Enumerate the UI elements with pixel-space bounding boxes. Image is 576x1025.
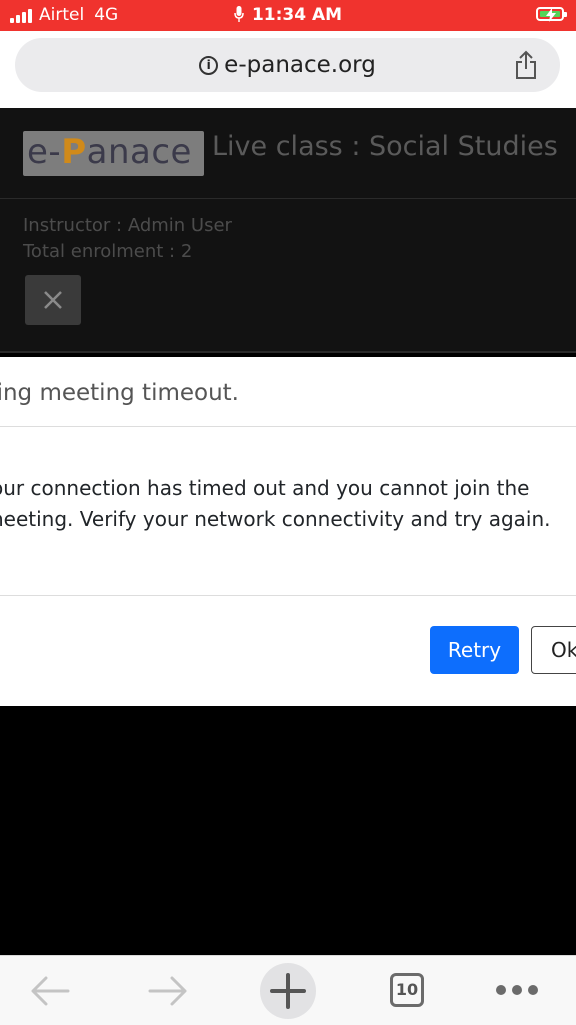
modal-header-divider: [0, 426, 576, 427]
share-icon[interactable]: [514, 50, 538, 80]
modal-message-line-2: neeting. Verify your network connectivit…: [0, 507, 551, 531]
ok-button[interactable]: Ok: [531, 626, 576, 674]
new-tab-button[interactable]: [260, 963, 316, 1019]
e-panace-logo[interactable]: e-Panace: [23, 131, 204, 176]
retry-button[interactable]: Retry: [430, 626, 519, 674]
microphone-icon: [234, 6, 244, 22]
modal-body: our connection has timed out and you can…: [0, 473, 576, 535]
battery-charging-icon: [536, 7, 567, 22]
timeout-modal: ning meeting timeout. our connection has…: [0, 357, 576, 706]
modal-footer-divider: [0, 595, 576, 596]
tabs-count-button[interactable]: 10: [390, 973, 424, 1007]
close-button[interactable]: [25, 275, 81, 325]
class-title: Live class : Social Studies: [212, 131, 558, 162]
class-info-section: Instructor : Admin User Total enrolment …: [0, 199, 576, 353]
browser-toolbar: 10: [0, 955, 576, 1025]
forward-arrow-icon[interactable]: [148, 976, 188, 1006]
modal-title: ning meeting timeout.: [0, 380, 239, 406]
logo-text: e-Panace: [27, 132, 192, 172]
status-time-wrapper: 11:34 AM: [0, 5, 576, 25]
instructor-label: Instructor : Admin User: [23, 215, 232, 236]
url-text: e-panace.org: [224, 52, 376, 78]
video-area: [0, 706, 576, 955]
enrolment-label: Total enrolment : 2: [23, 241, 193, 262]
info-icon[interactable]: i: [199, 56, 219, 75]
more-options-icon[interactable]: [495, 984, 539, 996]
page-header: e-Panace Live class : Social Studies: [0, 108, 576, 199]
clock: 11:34 AM: [251, 5, 343, 25]
browser-address-area: i e-panace.org: [0, 31, 576, 108]
close-icon: [44, 291, 62, 309]
status-bar: Airtel 4G 11:34 AM: [0, 0, 576, 31]
address-bar[interactable]: i e-panace.org: [15, 38, 560, 92]
plus-icon: [270, 973, 306, 1009]
modal-message-line-1: our connection has timed out and you can…: [0, 476, 530, 500]
back-arrow-icon[interactable]: [30, 976, 70, 1006]
address-text-wrapper: i e-panace.org: [15, 52, 560, 78]
